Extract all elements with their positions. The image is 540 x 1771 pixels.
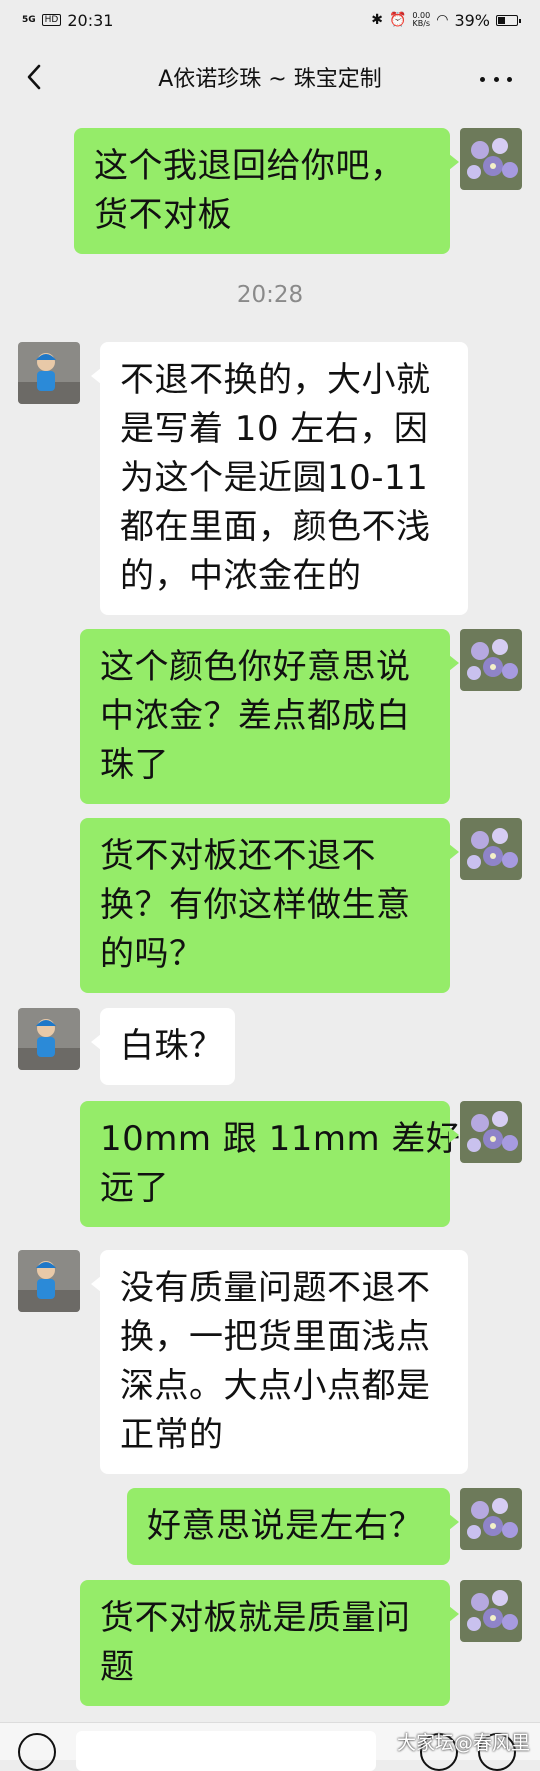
battery-icon [496,14,521,26]
message-line: 深点。大点小点都是 [120,1366,431,1406]
bluetooth-icon: ✱ [371,12,383,28]
contact-message-bubble[interactable]: 白珠？ [91,1008,235,1085]
message-line: 10mm 跟 11mm 差好 [100,1119,461,1159]
my-message-bubble[interactable]: 货不对板还不退不 换？有你这样做生意 的吗？ [80,818,459,993]
message-line: 题 [100,1647,135,1687]
contact-avatar[interactable] [18,342,80,404]
contact-avatar[interactable] [18,1008,80,1070]
alarm-icon: ⏰ [388,12,407,28]
message-line: 远了 [100,1168,169,1208]
status-bar: 5G HD 20:31 ✱ ⏰ 0.00 KB/s ◠ 39% [0,0,540,40]
message-line: 的吗？ [100,934,204,974]
my-avatar[interactable] [460,818,522,880]
my-message-bubble[interactable]: 货不对板就是质量问题 [80,1580,459,1706]
message-line: 换？有你这样做生意 [100,885,411,925]
message-line: 不退不换的，大小就 [120,360,431,400]
message-line: 货不对板就是质量问 [100,1598,411,1638]
battery-fill [498,16,505,24]
hd-indicator: HD [41,14,62,26]
message-line: 白珠？ [120,1026,224,1066]
message-line: 为这个是近圆10-11 [120,458,429,498]
message-line: 珠了 [100,745,169,785]
message-line: 货不对板 [94,195,232,235]
my-message-bubble[interactable]: 这个我退回给你吧， 货不对板 [74,128,459,254]
my-avatar[interactable] [460,1580,522,1642]
message-line: 没有质量问题不退不 [120,1268,431,1308]
message-line: 正常的 [120,1415,224,1455]
message-line: 的，中浓金在的 [120,556,362,596]
message-timestamp: 20:28 [236,282,304,308]
message-line: 好意思说是左右？ [147,1506,423,1546]
message-line: 货不对板还不退不 [100,836,376,876]
my-message-bubble[interactable]: 好意思说是左右？ [127,1488,459,1565]
message-line: 都在里面，颜色不浅 [120,507,431,547]
voice-icon[interactable] [18,1733,56,1771]
message-line: 中浓金？差点都成白 [100,696,411,736]
contact-message-bubble[interactable]: 不退不换的，大小就 是写着 10 左右，因 为这个是近圆10-11 都在里面，颜色不浅… [91,342,468,615]
message-line: 是写着 10 左右，因 [120,409,429,449]
chat-header: A依诺珍珠 ~ 珠宝定制 [0,40,540,114]
chat-title: A依诺珍珠 ~ 珠宝定制 [158,67,382,92]
my-avatar[interactable] [460,1101,522,1163]
contact-avatar[interactable] [18,1250,80,1312]
wifi-icon: ◠ [436,12,449,28]
network-indicator: 5G [22,15,36,25]
contact-message-bubble[interactable]: 没有质量问题不退不 换，一把货里面浅点 深点。大点小点都是 正常的 [91,1250,468,1474]
my-avatar[interactable] [460,128,522,190]
net-speed-unit: KB/s [412,19,431,28]
my-avatar[interactable] [460,629,522,691]
more-icon[interactable] [480,64,512,94]
back-icon[interactable] [20,62,50,92]
message-line: 这个颜色你好意思说 [100,647,411,687]
my-message-bubble[interactable]: 这个颜色你好意思说 中浓金？差点都成白 珠了 [80,629,459,804]
watermark: 大家坛@春风里 [396,1732,530,1754]
battery-percent: 39% [454,10,490,30]
message-line: 这个我退回给你吧， [94,146,405,186]
message-input[interactable] [76,1731,376,1771]
net-speed: 0.00 KB/s [412,12,430,28]
status-time: 20:31 [67,10,114,30]
my-avatar[interactable] [460,1488,522,1550]
message-line: 换，一把货里面浅点 [120,1317,431,1357]
my-message-bubble[interactable]: 10mm 跟 11mm 差好 远了 [80,1101,461,1227]
